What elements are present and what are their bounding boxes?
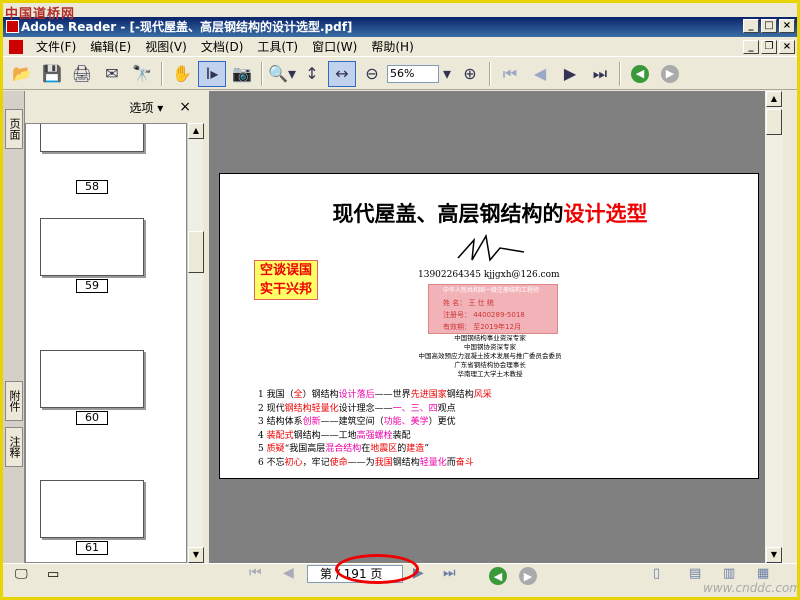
menu-view[interactable]: 视图(V) (138, 38, 194, 55)
menu-document[interactable]: 文档(D) (194, 38, 251, 55)
scroll-up-icon[interactable]: ▲ (188, 123, 204, 139)
close-button[interactable]: × (779, 19, 795, 33)
forward-icon[interactable]: ▶ (656, 61, 684, 87)
doc-scroll-up-icon[interactable]: ▲ (766, 91, 782, 107)
credentials: 中国钢结构事业资深专家 中国钢协资深专家 中国高效预应力混凝土技术发展与推广委员… (418, 334, 562, 378)
page-number-61: 61 (76, 541, 108, 555)
facing-icon[interactable]: ▥ (723, 566, 735, 581)
site-watermark: www.cnddc.com (703, 581, 800, 595)
menu-file[interactable]: 文件(F) (29, 38, 83, 55)
topic-list: 1 我国（全）钢结构设计落后——世界先进国家钢结构风采 2 现代钢结构轻量化设计… (258, 389, 492, 470)
zoom-dropdown-icon[interactable]: ▾ (440, 61, 454, 87)
page-number-60: 60 (76, 411, 108, 425)
open-icon[interactable]: 📂 (8, 61, 36, 87)
first-page-icon[interactable]: ⏮ (496, 61, 524, 87)
minimize-button[interactable]: _ (743, 19, 759, 33)
print-icon[interactable]: 🖨 (68, 61, 96, 87)
page-thumbnail-59[interactable] (40, 218, 144, 276)
status-back-icon[interactable]: ◀ (489, 567, 507, 585)
back-icon[interactable]: ◀ (626, 61, 654, 87)
scroll-thumb[interactable] (188, 231, 204, 273)
pane-close-icon[interactable]: × (179, 99, 191, 115)
next-page-icon[interactable]: ▶ (556, 61, 584, 87)
status-first-page-icon[interactable]: ⏮ (249, 565, 262, 581)
status-prev-page-icon[interactable]: ◀ (283, 565, 294, 581)
menu-help[interactable]: 帮助(H) (364, 38, 420, 55)
scroll-down-icon[interactable]: ▼ (188, 547, 204, 563)
registration-card: 中华人民共和国一级注册结构工程师 姓 名： 王 仕 统 注册号： 4400289… (428, 284, 558, 334)
page-number-58: 58 (76, 180, 108, 194)
fit-page-icon[interactable]: ↕ (298, 61, 326, 87)
list-item: 4 装配式钢结构——工地高强螺栓装配 (258, 430, 411, 441)
continuous-facing-icon[interactable]: ▦ (757, 566, 769, 581)
search-icon[interactable]: 🔭 (128, 61, 156, 87)
nav-tabs: 页面 附件 注释 (3, 91, 25, 563)
email-icon[interactable]: ✉ (98, 61, 126, 87)
page-thumbnail-60[interactable] (40, 350, 144, 408)
menu-bar: 文件(F) 编辑(E) 视图(V) 文档(D) 工具(T) 窗口(W) 帮助(H… (3, 37, 797, 57)
doc-scroll-thumb[interactable] (766, 109, 782, 135)
doc-scroll-down-icon[interactable]: ▼ (766, 547, 782, 563)
prev-page-icon[interactable]: ◀ (526, 61, 554, 87)
snapshot-icon[interactable]: 📷 (228, 61, 256, 87)
list-item: 2 现代钢结构轻量化设计理念——一、三、四观点 (258, 403, 456, 414)
zoom-out-icon[interactable]: ⊖ (358, 61, 386, 87)
title-bar: Adobe Reader - [-现代屋盖、高层钢结构的设计选型.pdf] _ … (3, 17, 797, 37)
fit-width-icon[interactable]: ↔ (328, 60, 356, 87)
slogan-stamp: 空谈误国 实干兴邦 (254, 260, 318, 300)
tab-comments[interactable]: 注释 (5, 427, 23, 467)
single-page-icon[interactable]: ▯ (653, 566, 660, 581)
menu-tools[interactable]: 工具(T) (250, 38, 305, 55)
tab-pages[interactable]: 页面 (5, 109, 23, 149)
save-icon[interactable]: 💾 (38, 61, 66, 87)
thumbnail-list: 58 59 60 61 (25, 123, 187, 563)
status-forward-icon[interactable]: ▶ (519, 567, 537, 585)
maximize-button[interactable]: □ (761, 19, 777, 33)
list-item: 1 我国（全）钢结构设计落后——世界先进国家钢结构风采 (258, 390, 492, 400)
zoom-in-icon[interactable]: ⊕ (456, 61, 484, 87)
list-item: 5 质疑“我国高层混合结构在地震区的建造” (258, 444, 429, 454)
doc-restore-button[interactable]: ❐ (761, 40, 777, 54)
select-tool-icon[interactable]: I▸ (198, 60, 226, 87)
doc-minimize-button[interactable]: _ (743, 40, 759, 54)
doc-close-button[interactable]: × (779, 40, 795, 54)
menu-edit[interactable]: 编辑(E) (83, 38, 138, 55)
hand-tool-icon[interactable]: ✋ (168, 61, 196, 87)
document-icon (9, 39, 23, 54)
last-page-icon[interactable]: ⏭ (586, 61, 614, 87)
thumbnail-scrollbar[interactable]: ▲ ▼ (187, 123, 204, 563)
pane-header: 选项 ▾ × (25, 91, 205, 123)
list-item: 3 结构体系创新——建筑空间（功能、美学）更优 (258, 417, 456, 427)
navigation-pane: 页面 附件 注释 选项 ▾ × 58 59 60 61 ▲ ▼ (3, 91, 205, 563)
list-item: 6 不忘初心，牢记使命——为我国钢结构轻量化而奋斗 (258, 457, 474, 468)
page-number-59: 59 (76, 279, 108, 293)
options-menu[interactable]: 选项 ▾ (129, 99, 163, 116)
zoom-field[interactable]: 56% (387, 64, 439, 83)
signature-image (457, 233, 525, 262)
page-thumbnail-58[interactable] (40, 124, 144, 152)
status-last-page-icon[interactable]: ⏭ (443, 565, 456, 581)
menu-window[interactable]: 窗口(W) (305, 38, 364, 55)
contact-info: 13902264345 kjjgxh@126.com (418, 270, 560, 280)
window-title: Adobe Reader - [-现代屋盖、高层钢结构的设计选型.pdf] (21, 20, 353, 34)
page-options-icon[interactable]: ▭ (47, 567, 59, 582)
zoom-in-tool-icon[interactable]: 🔍▾ (268, 61, 296, 87)
page-title: 现代屋盖、高层钢结构的设计选型 (332, 202, 648, 226)
continuous-icon[interactable]: ▤ (689, 566, 701, 581)
tab-attachments[interactable]: 附件 (5, 381, 23, 421)
screen-icon[interactable]: 🖵 (15, 567, 28, 582)
pdf-page: 现代屋盖、高层钢结构的设计选型 空谈误国 实干兴邦 13902264345 kjj… (219, 173, 759, 479)
watermark: 中国道桥网 (5, 7, 76, 22)
page-thumbnail-61[interactable] (40, 480, 144, 538)
application-window: 中国道桥网 Adobe Reader - [-现代屋盖、高层钢结构的设计选型.p… (0, 0, 800, 600)
highlight-ellipse (335, 554, 419, 584)
document-scrollbar[interactable]: ▲ ▼ (765, 91, 783, 563)
toolbar: 📂 💾 🖨 ✉ 🔭 ✋ I▸ 📷 🔍▾ ↕ ↔ ⊖ 56% ▾ ⊕ ⏮ ◀ ▶ … (3, 58, 797, 90)
